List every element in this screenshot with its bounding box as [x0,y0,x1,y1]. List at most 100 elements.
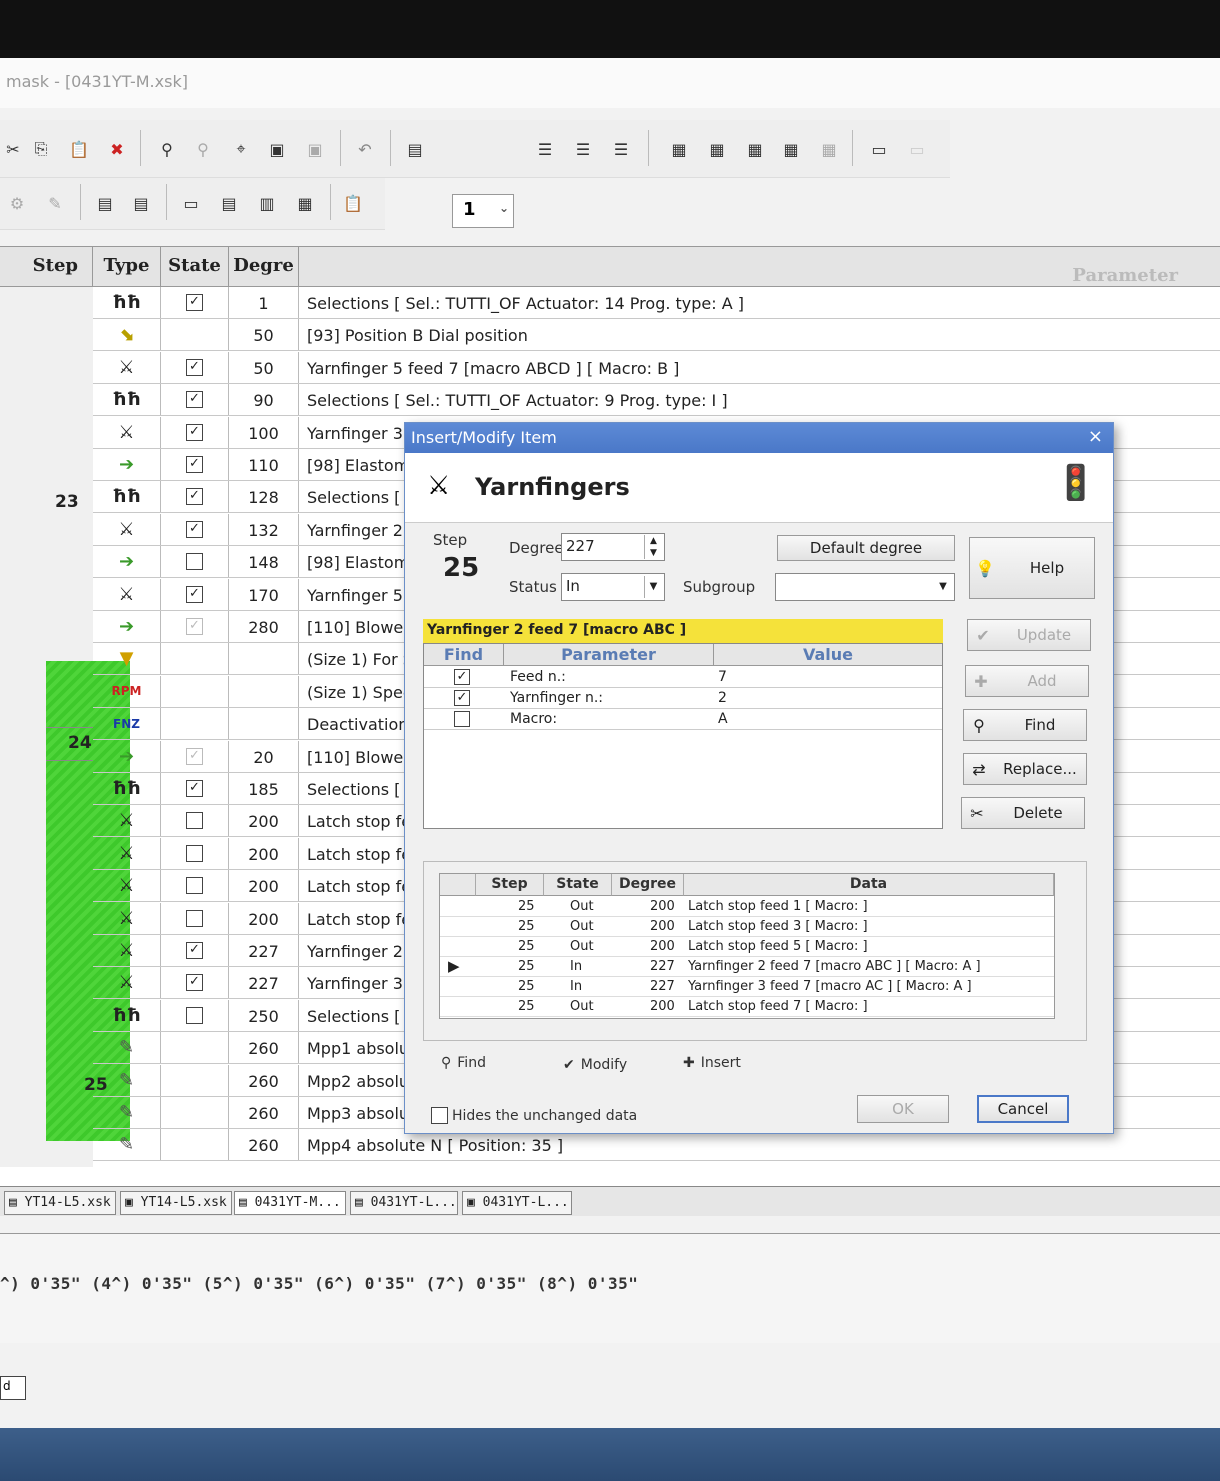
state-cell[interactable]: ✓ [161,351,229,383]
undo-icon[interactable]: ↶ [352,136,378,162]
help-button[interactable]: 💡 Help [969,537,1095,599]
param-header-parameter[interactable]: Parameter [504,644,714,666]
form-icon[interactable]: ▤ [128,190,154,216]
delete-icon[interactable]: ✖ [104,136,130,162]
state-checkbox[interactable]: ✓ [186,747,203,765]
type-cell[interactable]: FNZ [93,708,161,740]
history-row[interactable]: 25 In 227 Yarnfinger 3 feed 7 [macro AC ] [… [440,977,1054,997]
window-icon[interactable]: ▭ [866,136,892,162]
degree-input[interactable]: 227 ▲ ▼ [561,533,665,561]
type-cell[interactable]: ⚔ [93,870,161,902]
history-modify-button[interactable]: ✔ Modify [563,1057,627,1073]
program-disabled-icon[interactable]: ▦ [816,136,842,162]
type-cell[interactable]: ⚔ [93,805,161,837]
state-checkbox[interactable]: ✓ [186,294,203,311]
tab-doc-3[interactable]: ▤ 0431YT-M... [234,1191,346,1215]
subgroup-select[interactable]: ▼ [775,573,955,601]
state-cell[interactable] [161,870,229,902]
type-cell[interactable]: ➔ [93,740,161,772]
state-cell[interactable] [161,1064,229,1096]
state-cell[interactable] [161,546,229,578]
type-cell[interactable]: ħħ [93,773,161,804]
state-checkbox[interactable] [186,844,203,862]
tab-doc-4[interactable]: ▤ 0431YT-L... [350,1191,458,1215]
param-find-checkbox[interactable]: ✓ [454,690,470,706]
degree-spinner[interactable]: ▲ ▼ [644,535,662,559]
state-cell[interactable] [161,999,229,1031]
type-cell[interactable]: ➔ [93,546,161,578]
state-checkbox[interactable]: ✓ [186,488,203,506]
hist-header-degree[interactable]: Degree [612,874,684,896]
program-send-icon[interactable]: ▦ [778,136,804,162]
state-cell[interactable] [161,1129,229,1161]
state-cell[interactable]: ✓ [161,967,229,999]
state-cell[interactable] [161,805,229,837]
param-header-find[interactable]: Find [424,644,504,666]
state-checkbox[interactable] [186,553,203,571]
type-cell[interactable]: ✎ [93,1064,161,1096]
find-icon[interactable]: ⚲ [154,136,180,162]
close-icon[interactable]: × [1088,426,1103,447]
history-row[interactable]: 25 Out 200 Latch stop feed 3 [ Macro: ] [440,917,1054,937]
history-find-button[interactable]: ⚲ Find [441,1055,486,1071]
state-checkbox[interactable]: ✓ [186,520,203,538]
type-cell[interactable]: ħħ [93,384,161,416]
cancel-button[interactable]: Cancel [977,1095,1069,1123]
ok-button[interactable]: OK [857,1095,949,1123]
hist-header-state[interactable]: State [544,874,612,896]
add-button[interactable]: ✚ Add [965,665,1089,697]
history-row[interactable]: 25 Out 200 Latch stop feed 5 [ Macro: ] [440,937,1054,957]
list-full-icon[interactable]: ☰ [608,136,634,162]
type-cell[interactable]: ⚔ [93,935,161,966]
tab-doc-2[interactable]: ▣ YT14-L5.xsk [120,1191,232,1215]
tab-doc-1[interactable]: ▤ YT14-L5.xsk [4,1191,116,1215]
type-cell[interactable]: ⚔ [93,837,161,869]
state-checkbox[interactable]: ✓ [186,423,203,441]
type-cell[interactable]: ⚔ [93,351,161,383]
status-select[interactable]: In ▼ [561,573,665,601]
table-row[interactable]: ✎ 260 Mpp4 absolute N [ Position: 35 ] [93,1129,1220,1162]
hides-unchanged-checkbox[interactable] [431,1107,448,1124]
type-cell[interactable]: ⚔ [93,902,161,934]
tab-doc-5[interactable]: ▣ 0431YT-L... [462,1191,572,1215]
col-header-degree[interactable]: Degre [229,247,299,287]
type-cell[interactable]: ✎ [93,1129,161,1161]
program-load-icon[interactable]: ▦ [742,136,768,162]
state-checkbox[interactable] [186,909,203,927]
table-row[interactable]: ħħ ✓ 1 Selections [ Sel.: TUTTI_OF Actuator… [93,287,1220,319]
print-icon[interactable]: ▤ [402,136,428,162]
state-checkbox[interactable]: ✓ [186,780,203,797]
param-header-value[interactable]: Value [714,644,942,666]
state-cell[interactable]: ✓ [161,481,229,513]
hist-header-data[interactable]: Data [684,874,1054,896]
param-value[interactable]: 2 [718,690,727,706]
bookmark-next-icon[interactable]: ▣ [302,136,328,162]
state-cell[interactable]: ✓ [161,416,229,448]
type-cell[interactable]: ⚔ [93,578,161,610]
hist-header-step[interactable]: Step [476,874,544,896]
state-checkbox[interactable]: ✓ [186,391,203,409]
list-icon[interactable]: ☰ [532,136,558,162]
type-cell[interactable]: ⚔ [93,416,161,448]
state-cell[interactable]: ✓ [161,611,229,642]
col-header-state[interactable]: State [161,247,229,287]
state-checkbox[interactable]: ✓ [186,358,203,376]
pencil-icon[interactable]: ✎ [42,190,68,216]
window-split-icon[interactable]: ▭ [904,136,930,162]
state-checkbox[interactable]: ✓ [186,618,203,635]
delete-button[interactable]: ✂ Delete [961,797,1085,829]
table-row[interactable]: ⬊ 50 [93] Position B Dial position [93,319,1220,352]
state-cell[interactable]: ✓ [161,513,229,545]
state-cell[interactable] [161,902,229,934]
hides-unchanged-option[interactable]: Hides the unchanged data [431,1107,637,1124]
state-checkbox[interactable]: ✓ [186,585,203,603]
history-insert-button[interactable]: ✚ Insert [683,1055,741,1071]
state-cell[interactable]: ✓ [161,384,229,416]
bookmark-icon[interactable]: ▣ [264,136,290,162]
state-checkbox[interactable] [186,1006,203,1024]
type-cell[interactable]: ⬊ [93,319,161,351]
default-degree-button[interactable]: Default degree [777,535,955,561]
state-cell[interactable] [161,675,229,707]
copy-icon[interactable]: ⎘ [28,136,54,162]
state-checkbox[interactable]: ✓ [186,974,203,992]
